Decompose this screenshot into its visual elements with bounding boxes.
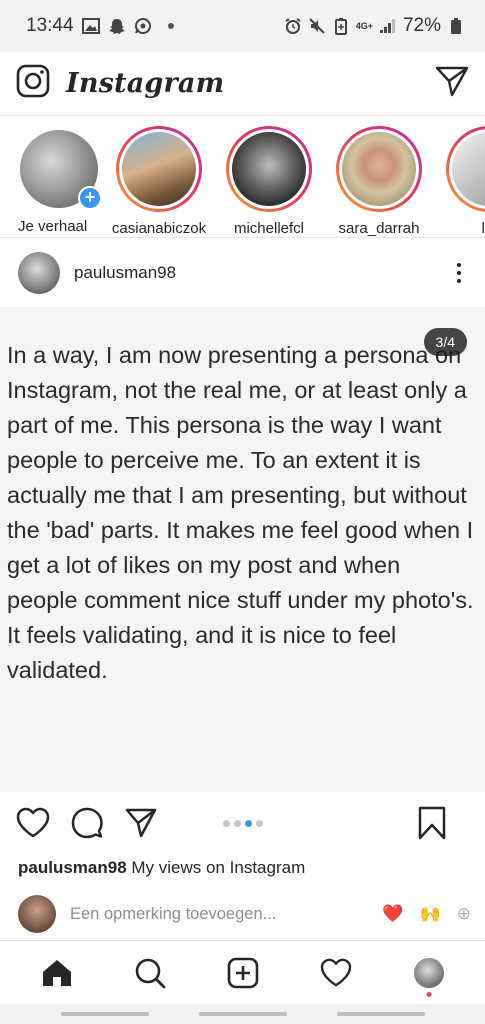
home-icon[interactable] — [37, 953, 77, 993]
comment-input[interactable]: Een opmerking toevoegen... — [70, 905, 276, 924]
direct-message-icon[interactable] — [435, 65, 469, 102]
add-emoji-icon[interactable]: ⊕ — [457, 904, 471, 924]
story-label: casianabiczok — [111, 220, 207, 237]
raised-hands-emoji-reaction[interactable]: 🙌 — [420, 904, 441, 924]
story-ring — [226, 126, 312, 212]
avatar — [342, 132, 416, 206]
like-heart-icon[interactable] — [16, 806, 50, 840]
instagram-logo[interactable]: Instagram — [66, 68, 224, 99]
carousel-dot — [222, 819, 230, 827]
bookmark-icon[interactable] — [415, 806, 449, 840]
story-ring — [336, 126, 422, 212]
more-options-icon[interactable] — [451, 259, 467, 287]
story-item[interactable]: lul — [434, 126, 485, 237]
post-author-avatar[interactable] — [18, 251, 60, 294]
add-comment-row[interactable]: Een opmerking toevoegen... ❤️ 🙌 ⊕ — [0, 892, 485, 936]
post-actions — [0, 792, 485, 854]
gesture-handle[interactable] — [198, 1012, 287, 1016]
snapchat-icon — [108, 17, 126, 35]
post-content[interactable]: In a way, I am now presenting a persona … — [0, 308, 485, 792]
story-ring — [446, 126, 485, 212]
comment-icon[interactable] — [70, 806, 104, 840]
own-avatar[interactable]: + — [20, 130, 102, 210]
story-label: lul — [481, 220, 485, 237]
status-time: 13:44 — [26, 15, 74, 36]
avatar — [232, 132, 306, 206]
share-icon[interactable] — [124, 806, 158, 840]
carousel-dot — [233, 819, 241, 827]
bottom-navigation — [0, 940, 485, 1004]
battery-icon — [447, 17, 465, 35]
post-text: In a way, I am now presenting a persona … — [7, 342, 474, 683]
battery-percentage: 72% — [402, 15, 441, 36]
add-story-icon[interactable]: + — [78, 186, 102, 210]
heart-emoji-reaction[interactable]: ❤️ — [382, 904, 403, 924]
post-header: paulusman98 — [0, 238, 485, 308]
status-bar: 13:44 4G+ 72% — [0, 0, 485, 52]
search-icon[interactable] — [130, 953, 170, 993]
notification-dot — [167, 23, 174, 29]
avatar — [452, 132, 485, 206]
carousel-dot — [255, 819, 263, 827]
new-post-icon[interactable] — [223, 953, 263, 993]
caption-username[interactable]: paulusman98 — [18, 858, 127, 877]
profile-avatar — [413, 957, 444, 988]
carousel-page-counter: 3/4 — [423, 328, 467, 356]
profile-tab[interactable] — [409, 953, 449, 997]
commenter-avatar — [18, 895, 56, 933]
story-ring — [116, 126, 202, 212]
story-label: sara_darrah — [338, 220, 420, 237]
stories-tray: + Je verhaal casianabiczok michellefcl s… — [0, 116, 485, 238]
camera-icon[interactable] — [16, 64, 50, 103]
gesture-handle[interactable] — [336, 1012, 425, 1016]
quick-reactions: ❤️ 🙌 ⊕ — [382, 904, 471, 924]
caption-text: My views on Instagram — [131, 858, 306, 877]
alarm-icon — [284, 17, 302, 35]
mute-icon — [308, 17, 326, 35]
gallery-icon — [81, 17, 100, 35]
avatar — [122, 132, 196, 206]
app-header: Instagram — [0, 52, 485, 116]
carousel-dot-active — [244, 819, 252, 827]
post-username[interactable]: paulusman98 — [74, 263, 176, 283]
notification-dot — [426, 991, 431, 997]
carousel-indicator — [222, 819, 263, 827]
story-item[interactable]: sara_darrah — [324, 126, 434, 237]
system-gesture-bar — [0, 1004, 485, 1024]
story-label: Je verhaal — [18, 218, 88, 235]
story-own[interactable]: + Je verhaal — [18, 126, 104, 237]
battery-saver-icon — [332, 17, 350, 35]
network-type: 4G+ — [355, 20, 373, 31]
story-item[interactable]: casianabiczok — [104, 126, 214, 237]
activity-heart-icon[interactable] — [316, 953, 356, 993]
story-item[interactable]: michellefcl — [214, 126, 324, 237]
story-label: michellefcl — [233, 220, 305, 237]
post-caption: paulusman98 My views on Instagram — [0, 858, 485, 878]
gesture-handle[interactable] — [60, 1012, 149, 1016]
whatsapp-icon — [134, 17, 152, 35]
signal-icon — [379, 17, 397, 35]
